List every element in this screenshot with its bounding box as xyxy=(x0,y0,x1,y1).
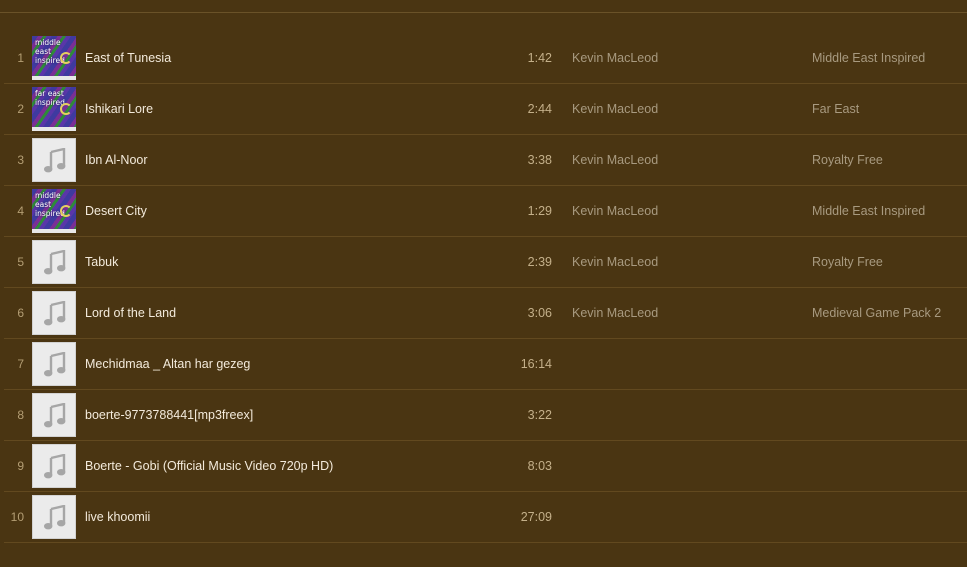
track-row[interactable]: 5 Tabuk 2:39 Kevin MacLeod Royalty Free xyxy=(0,237,967,288)
crescent-moon-icon xyxy=(60,205,72,217)
track-row[interactable]: 1 middle east inspired East of Tunesia 1… xyxy=(0,33,967,84)
track-number: 3 xyxy=(17,153,24,167)
track-number: 2 xyxy=(17,102,24,116)
track-artist: Kevin MacLeod xyxy=(572,306,659,320)
music-library-page: 1 middle east inspired East of Tunesia 1… xyxy=(0,0,967,567)
album-cover-art: far east inspired xyxy=(32,87,76,131)
music-note-icon xyxy=(44,250,66,275)
track-title: Desert City xyxy=(85,204,147,218)
track-number: 10 xyxy=(10,510,24,524)
track-time: 27:09 xyxy=(520,510,552,524)
track-time: 8:03 xyxy=(527,459,552,473)
track-row[interactable]: 3 Ibn Al-Noor 3:38 Kevin MacLeod Royalty… xyxy=(0,135,967,186)
track-title: Tabuk xyxy=(85,255,119,269)
track-artist: Kevin MacLeod xyxy=(572,153,659,167)
generic-artwork xyxy=(32,393,76,437)
album-cover-strip xyxy=(32,229,76,233)
track-time: 3:22 xyxy=(527,408,552,422)
track-time: 1:42 xyxy=(527,51,552,65)
track-row[interactable]: 7 Mechidmaa _ Altan har gezeg 16:14 xyxy=(0,339,967,390)
track-time: 2:39 xyxy=(527,255,552,269)
track-title: boerte-9773788441[mp3freex] xyxy=(85,408,254,422)
track-title: Ibn Al-Noor xyxy=(85,153,148,167)
track-time: 3:38 xyxy=(527,153,552,167)
music-note-icon xyxy=(44,454,66,479)
track-row[interactable]: 2 far east inspired Ishikari Lore 2:44 K… xyxy=(0,84,967,135)
header-divider xyxy=(0,12,967,13)
music-note-icon xyxy=(44,148,66,173)
music-note-icon xyxy=(44,301,66,326)
generic-artwork xyxy=(32,495,76,539)
album-cover-art: middle east inspired xyxy=(32,189,76,233)
track-artist: Kevin MacLeod xyxy=(572,102,659,116)
track-title: East of Tunesia xyxy=(85,51,172,65)
album-cover-strip xyxy=(32,127,76,131)
generic-artwork xyxy=(32,138,76,182)
music-note-icon xyxy=(44,505,66,530)
track-artist: Kevin MacLeod xyxy=(572,255,659,269)
generic-artwork xyxy=(32,291,76,335)
track-row[interactable]: 10 live khoomii 27:09 xyxy=(0,492,967,543)
track-album: Middle East Inspired xyxy=(812,51,926,65)
music-note-icon xyxy=(44,352,66,377)
track-row[interactable]: 9 Boerte - Gobi (Official Music Video 72… xyxy=(0,441,967,492)
track-list: 1 middle east inspired East of Tunesia 1… xyxy=(0,33,967,543)
track-row[interactable]: 6 Lord of the Land 3:06 Kevin MacLeod Me… xyxy=(0,288,967,339)
track-title: Boerte - Gobi (Official Music Video 720p… xyxy=(85,459,334,473)
track-title: live khoomii xyxy=(85,510,151,524)
track-row[interactable]: 8 boerte-9773788441[mp3freex] 3:22 xyxy=(0,390,967,441)
track-time: 1:29 xyxy=(527,204,552,218)
track-time: 2:44 xyxy=(527,102,552,116)
track-time: 3:06 xyxy=(527,306,552,320)
generic-artwork xyxy=(32,240,76,284)
track-artist: Kevin MacLeod xyxy=(572,51,659,65)
track-time: 16:14 xyxy=(520,357,552,371)
track-number: 1 xyxy=(17,51,24,65)
generic-artwork xyxy=(32,342,76,386)
track-album: Far East xyxy=(812,102,860,116)
track-album: Royalty Free xyxy=(812,255,883,269)
track-album: Middle East Inspired xyxy=(812,204,926,218)
track-number: 9 xyxy=(17,459,24,473)
track-artist: Kevin MacLeod xyxy=(572,204,659,218)
track-title: Ishikari Lore xyxy=(85,102,154,116)
generic-artwork xyxy=(32,444,76,488)
track-number: 4 xyxy=(17,204,24,218)
track-album: Royalty Free xyxy=(812,153,883,167)
track-row[interactable]: 4 middle east inspired Desert City 1:29 … xyxy=(0,186,967,237)
track-number: 6 xyxy=(17,306,24,320)
album-cover-art: middle east inspired xyxy=(32,36,76,80)
track-number: 8 xyxy=(17,408,24,422)
album-cover-strip xyxy=(32,76,76,80)
music-note-icon xyxy=(44,403,66,428)
crescent-moon-icon xyxy=(60,103,72,115)
track-title: Lord of the Land xyxy=(85,306,177,320)
track-number: 7 xyxy=(17,357,24,371)
track-title: Mechidmaa _ Altan har gezeg xyxy=(85,357,251,371)
track-album: Medieval Game Pack 2 xyxy=(812,306,942,320)
crescent-moon-icon xyxy=(60,52,72,64)
track-number: 5 xyxy=(17,255,24,269)
